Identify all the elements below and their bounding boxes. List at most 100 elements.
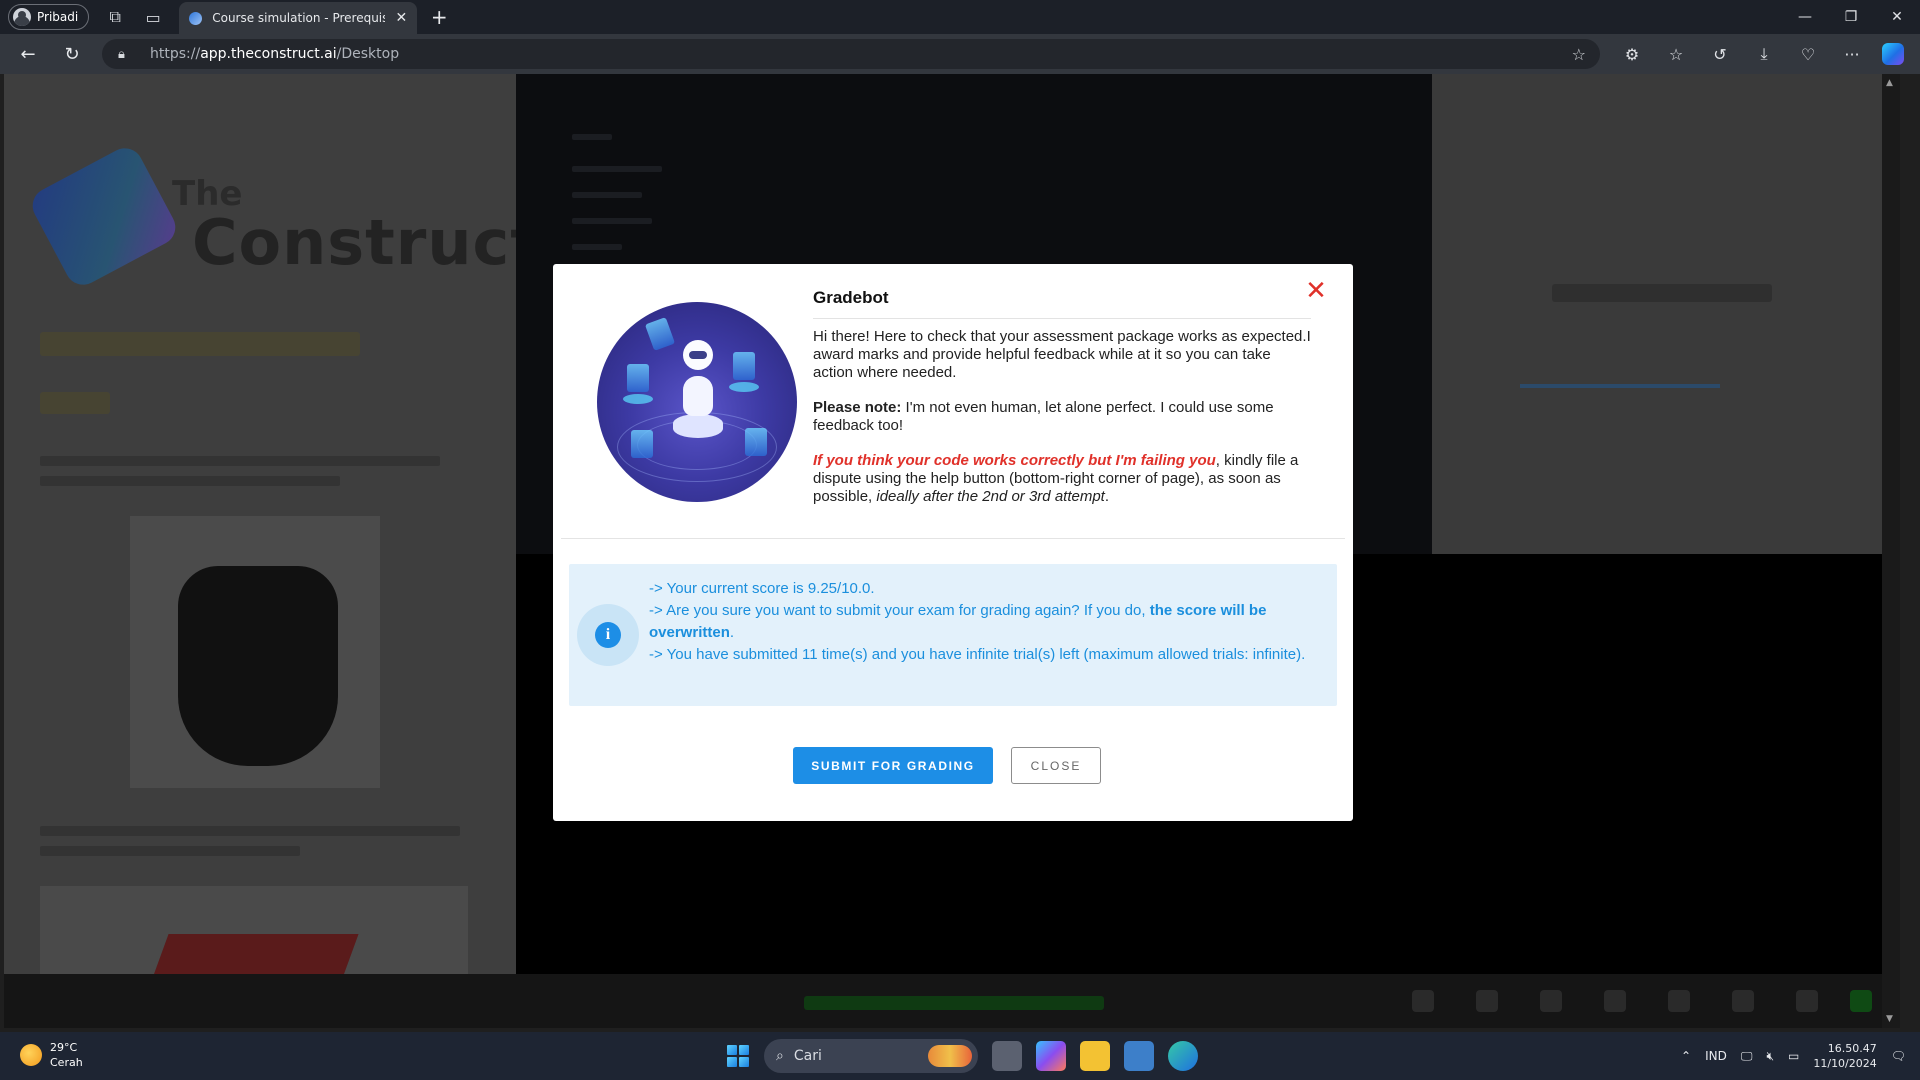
weather-text: Cerah bbox=[50, 1056, 83, 1069]
gradebot-dialog: Gradebot ✕ Hi there! Here to check that … bbox=[553, 264, 1353, 821]
confirm-suffix: . bbox=[729, 624, 735, 641]
dialog-divider bbox=[561, 538, 1345, 539]
refresh-icon[interactable]: ↻ bbox=[56, 38, 88, 70]
robot-body bbox=[683, 376, 713, 416]
close-icon[interactable]: ✕ bbox=[1305, 278, 1327, 304]
window-close-icon[interactable]: ✕ bbox=[1874, 0, 1920, 34]
favorites-icon[interactable]: ☆ bbox=[1654, 45, 1698, 64]
dispute-end: . bbox=[1104, 488, 1110, 505]
simulation-panel bbox=[1432, 74, 1900, 554]
back-icon[interactable]: ← bbox=[12, 38, 44, 70]
hologram-panel-icon bbox=[733, 352, 755, 380]
extensions-icon[interactable]: ⚙ bbox=[1610, 45, 1654, 64]
address-bar[interactable]: 🔒︎ https://app.theconstruct.ai/Desktop ☆ bbox=[102, 39, 1600, 69]
notebook-text-line bbox=[40, 846, 300, 856]
hologram-panel-icon bbox=[745, 428, 767, 456]
current-score-line: -> Your current score is 9.25/10.0. bbox=[649, 580, 875, 597]
tab-course-simulation[interactable]: Course simulation - Prerequisites ✕ bbox=[179, 2, 418, 34]
copilot-icon[interactable] bbox=[1882, 43, 1904, 65]
browser-essentials-icon[interactable]: ♡ bbox=[1786, 45, 1830, 64]
language-indicator[interactable]: IND bbox=[1705, 1049, 1727, 1063]
hologram-panel-icon bbox=[644, 317, 676, 351]
robot-silhouette bbox=[178, 566, 338, 766]
toolbar-button[interactable] bbox=[1796, 990, 1818, 1012]
toolbar-button[interactable] bbox=[1476, 990, 1498, 1012]
toolbar-button[interactable] bbox=[1604, 990, 1626, 1012]
editor-line bbox=[572, 244, 622, 250]
history-icon[interactable]: ↺ bbox=[1698, 45, 1742, 64]
ide-bottom-toolbar bbox=[4, 974, 1900, 1028]
notebook-subheading bbox=[40, 392, 110, 414]
copilot-app-icon[interactable] bbox=[1036, 1041, 1066, 1071]
loading-progress-bar bbox=[1520, 384, 1720, 388]
taskbar-search[interactable]: ⌕ Cari bbox=[764, 1039, 978, 1073]
notebook-heading bbox=[40, 332, 360, 356]
tab-actions-icon[interactable]: ▭ bbox=[141, 5, 165, 29]
network-icon[interactable]: 🖵︎ bbox=[1741, 1049, 1753, 1064]
construct-logo-icon bbox=[26, 141, 182, 292]
logo-word-construct: Construct bbox=[192, 206, 541, 279]
task-view-icon[interactable] bbox=[992, 1041, 1022, 1071]
confirm-prefix: -> Are you sure you want to submit your … bbox=[649, 602, 1150, 619]
edge-browser-icon[interactable] bbox=[1168, 1041, 1198, 1071]
workspaces-icon[interactable]: ⧉ bbox=[103, 5, 127, 29]
tab-close-icon[interactable]: ✕ bbox=[395, 10, 407, 26]
more-menu-icon[interactable]: ··· bbox=[1830, 45, 1874, 64]
battery-icon[interactable]: ▭ bbox=[1788, 1049, 1799, 1063]
dispute-warning: If you think your code works correctly b… bbox=[813, 452, 1216, 469]
note-paragraph: Please note: I'm not even human, let alo… bbox=[813, 399, 1313, 435]
submit-for-grading-button[interactable]: SUBMIT FOR GRADING bbox=[793, 747, 993, 784]
weather-widget[interactable]: 29°C Cerah bbox=[20, 1040, 83, 1070]
start-icon[interactable] bbox=[727, 1045, 749, 1067]
toolbar-button[interactable] bbox=[1732, 990, 1754, 1012]
tab-title: Course simulation - Prerequisites bbox=[212, 11, 386, 25]
toolbar-button[interactable] bbox=[1540, 990, 1562, 1012]
browser-tab-bar: Pribadi ⧉ ▭ Course simulation - Prerequi… bbox=[0, 0, 1920, 34]
confirm-resubmit-line: -> Are you sure you want to submit your … bbox=[649, 600, 1325, 644]
url-host: app.theconstruct.ai bbox=[200, 46, 337, 62]
profile-button[interactable]: Pribadi bbox=[8, 4, 90, 30]
downloads-icon[interactable]: ⤓ bbox=[1742, 44, 1786, 64]
toolbar-button[interactable] bbox=[1668, 990, 1690, 1012]
editor-line bbox=[572, 134, 612, 140]
lock-icon[interactable]: 🔒︎ bbox=[118, 47, 138, 62]
volume-muted-icon[interactable]: 🔇︎ bbox=[1766, 1049, 1774, 1064]
clock[interactable]: 16.50.47 11/10/2024 bbox=[1813, 1041, 1876, 1071]
tray-chevron-icon[interactable]: ⌃ bbox=[1681, 1049, 1691, 1063]
robot-head bbox=[683, 340, 713, 370]
editor-line bbox=[572, 166, 662, 172]
notebook-text-line bbox=[40, 456, 440, 466]
temperature: 29°C bbox=[50, 1041, 78, 1054]
close-button[interactable]: CLOSE bbox=[1011, 747, 1101, 784]
task-manager-icon[interactable] bbox=[1124, 1041, 1154, 1071]
toolbar-button[interactable] bbox=[1412, 990, 1434, 1012]
address-toolbar: ← ↻ 🔒︎ https://app.theconstruct.ai/Deskt… bbox=[0, 34, 1920, 74]
notebook-text-line bbox=[40, 476, 340, 486]
dispute-emphasis: ideally after the 2nd or 3rd attempt bbox=[876, 488, 1105, 505]
profile-avatar-icon bbox=[13, 8, 31, 26]
help-button[interactable] bbox=[1850, 990, 1872, 1012]
sun-icon bbox=[20, 1044, 42, 1066]
editor-line bbox=[572, 192, 642, 198]
notifications-icon[interactable]: 🗨︎ bbox=[1891, 1049, 1906, 1063]
robot-pedestal bbox=[673, 414, 723, 438]
intro-paragraph: Hi there! Here to check that your assess… bbox=[813, 328, 1311, 381]
favorite-star-icon[interactable]: ☆ bbox=[1572, 45, 1586, 64]
file-explorer-icon[interactable] bbox=[1080, 1041, 1110, 1071]
loading-simulation-text bbox=[1552, 284, 1772, 302]
search-icon: ⌕ bbox=[776, 1048, 784, 1064]
new-tab-button[interactable]: + bbox=[427, 5, 451, 29]
page-scrollbar[interactable] bbox=[1882, 74, 1900, 1028]
score-info-text: -> Your current score is 9.25/10.0. -> A… bbox=[649, 578, 1325, 666]
minimize-icon[interactable]: — bbox=[1782, 0, 1828, 34]
submission-count-line: -> You have submitted 11 time(s) and you… bbox=[649, 646, 1306, 663]
clock-time: 16.50.47 bbox=[1827, 1042, 1877, 1055]
notebook-text-line bbox=[40, 826, 460, 836]
restore-icon[interactable]: ❐ bbox=[1828, 0, 1874, 34]
gradebot-robot-illustration bbox=[597, 302, 797, 502]
hologram-panel-icon bbox=[627, 364, 649, 392]
info-badge: i bbox=[577, 604, 639, 666]
system-tray: ⌃ IND 🖵︎ 🔇︎ ▭ 16.50.47 11/10/2024 🗨︎ bbox=[1681, 1032, 1920, 1080]
hologram-panel-icon bbox=[631, 430, 653, 458]
editor-line bbox=[572, 218, 652, 224]
